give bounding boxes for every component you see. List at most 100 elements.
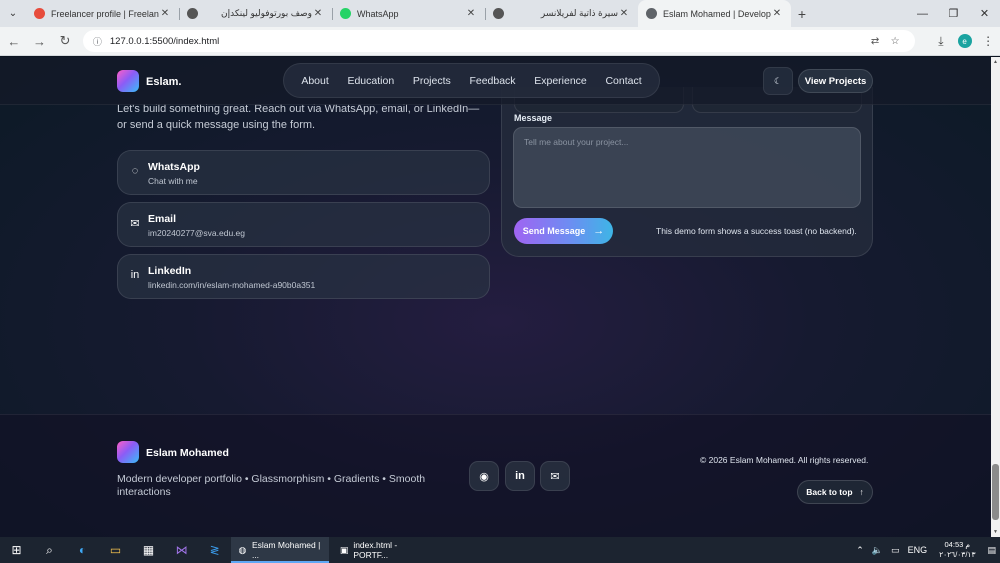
clock[interactable]: 04:53 م ٢٠٢٦/٠٣/١٣: [931, 540, 983, 560]
browser-tab[interactable]: سيرة ذاتية لفريلانسر ✕: [485, 0, 638, 27]
form-note: This demo form shows a success toast (no…: [656, 226, 857, 236]
clock-date: ٢٠٢٦/٠٣/١٣: [939, 550, 976, 559]
download-icon[interactable]: ⤓: [929, 34, 953, 49]
site-navbar: Eslam. About Education Projects Feedback Exp…: [0, 57, 991, 105]
tab-close-icon[interactable]: ✕: [618, 8, 630, 19]
nav-link-about[interactable]: About: [301, 75, 328, 87]
footer-linkedin-icon[interactable]: in: [505, 461, 535, 491]
message-textarea[interactable]: Tell me about your project...: [513, 127, 861, 208]
whatsapp-icon: ◌: [131, 165, 139, 177]
contact-form-card: Message Tell me about your project... Se…: [501, 87, 873, 257]
linkedin-icon: in: [130, 269, 140, 281]
contact-card-linkedin[interactable]: in LinkedIn linkedin.com/in/eslam-mohame…: [117, 254, 490, 299]
maximize-icon[interactable]: ❐: [938, 0, 969, 27]
new-tab-button[interactable]: +: [791, 0, 813, 27]
footer-tagline: Modern developer portfolio • Glassmorphi…: [117, 473, 426, 498]
back-to-top-label: Back to top: [806, 487, 853, 497]
profile-avatar[interactable]: e: [953, 34, 977, 48]
view-projects-button[interactable]: View Projects: [798, 69, 873, 93]
translate-icon[interactable]: ⇄: [865, 36, 885, 47]
page-viewport: Let's build something great. Reach out v…: [0, 57, 1000, 537]
contact-title: LinkedIn: [148, 265, 192, 277]
minimize-icon[interactable]: —: [907, 0, 938, 27]
nav-link-education[interactable]: Education: [347, 75, 394, 87]
taskbar-app-label: Eslam Mohamed | ...: [251, 540, 321, 560]
reload-icon[interactable]: ↻: [53, 29, 77, 53]
nav-link-projects[interactable]: Projects: [413, 75, 451, 87]
site-info-icon[interactable]: ⓘ: [93, 35, 102, 48]
send-label: Send Message: [522, 226, 586, 236]
vscode-icon: ▣: [339, 544, 349, 555]
arrow-up-icon: ↑: [859, 487, 864, 497]
taskbar-app[interactable]: ▣ index.html - PORTF...: [333, 537, 429, 563]
forward-icon[interactable]: →: [28, 29, 52, 53]
scroll-up-icon[interactable]: ▲: [993, 59, 998, 65]
nav-link-feedback[interactable]: Feedback: [469, 75, 515, 87]
contact-title: Email: [148, 213, 177, 225]
contact-title: WhatsApp: [148, 161, 200, 173]
nav-link-experience[interactable]: Experience: [534, 75, 587, 87]
browser-tab[interactable]: وصف بورتوفوليو لينكدإن ✕: [179, 0, 332, 27]
contact-card-email[interactable]: ✉ Email im20240277@sva.edu.eg: [117, 202, 490, 247]
freelancer-favicon: [34, 8, 45, 19]
chrome-icon: ◍: [238, 544, 247, 555]
tab-title: Freelancer profile | Freelance Y: [51, 8, 159, 19]
calculator-icon[interactable]: ▦: [132, 537, 165, 563]
scrollbar-thumb[interactable]: [992, 464, 999, 520]
browser-tab[interactable]: Freelancer profile | Freelance Y ✕: [26, 0, 179, 27]
nav-menu: About Education Projects Feedback Experience…: [283, 63, 660, 98]
language-indicator[interactable]: ENG: [904, 545, 932, 555]
footer-mail-icon[interactable]: ✉: [540, 461, 570, 491]
close-window-icon[interactable]: ✕: [969, 0, 1000, 27]
tab-close-icon[interactable]: ✕: [159, 8, 171, 19]
back-to-top-button[interactable]: Back to top ↑: [797, 480, 873, 504]
back-icon[interactable]: ←: [2, 29, 26, 53]
brand-logo[interactable]: [117, 70, 139, 92]
browser-tab[interactable]: Eslam Mohamed | Developer P ✕: [638, 0, 791, 27]
edge-icon[interactable]: ◐: [66, 537, 99, 563]
windows-taskbar: ⊞ ⌕ ◐ ▭ ▦ ⋈ ≷ ◍ Eslam Mohamed | ... ▣ ind…: [0, 537, 1000, 563]
address-toolbar: ← → ↻ ⓘ 127.0.0.1:5500/index.html ⇄ ☆ ⤓ …: [0, 27, 1000, 56]
windows-start-icon[interactable]: ⊞: [0, 537, 33, 563]
tab-search-icon[interactable]: ⌄: [0, 0, 26, 27]
url-text: 127.0.0.1:5500/index.html: [109, 35, 220, 47]
tab-close-icon[interactable]: ✕: [771, 8, 783, 19]
footer-github-icon[interactable]: ◉: [469, 461, 499, 491]
contact-subtitle: Chat with me: [148, 176, 198, 186]
theme-toggle-moon-icon[interactable]: ☾: [763, 67, 793, 95]
chatgpt-favicon: [493, 8, 504, 19]
contact-card-whatsapp[interactable]: ◌ WhatsApp Chat with me: [117, 150, 490, 195]
file-explorer-icon[interactable]: ▭: [99, 537, 132, 563]
tab-title: وصف بورتوفوليو لينكدإن: [221, 8, 312, 18]
chatgpt-favicon: [187, 8, 198, 19]
address-input[interactable]: ⓘ 127.0.0.1:5500/index.html ⇄ ☆: [82, 30, 916, 52]
browser-menu-icon[interactable]: ⋮: [976, 34, 1000, 48]
system-tray: ⌃ 🔈 ▭ ENG 04:53 م ٢٠٢٦/٠٣/١٣ ▤: [852, 537, 1000, 563]
tab-close-icon[interactable]: ✕: [312, 8, 324, 19]
vscode-pinned-icon[interactable]: ≷: [198, 537, 231, 563]
mail-icon: ✉: [130, 217, 140, 230]
tab-close-icon[interactable]: ✕: [465, 8, 477, 19]
bookmark-star-icon[interactable]: ☆: [885, 36, 905, 47]
nav-link-contact[interactable]: Contact: [605, 75, 641, 87]
taskbar-app[interactable]: ◍ Eslam Mohamed | ...: [231, 537, 329, 563]
volume-icon[interactable]: 🔈: [868, 545, 887, 556]
arrow-right-icon: →: [593, 225, 605, 237]
send-message-button[interactable]: Send Message →: [514, 218, 613, 244]
scroll-down-icon[interactable]: ▼: [993, 529, 998, 535]
tray-chevron-icon[interactable]: ⌃: [852, 545, 868, 556]
footer-logo: [117, 441, 139, 463]
tab-title: Eslam Mohamed | Developer P: [663, 8, 771, 19]
window-controls: — ❐ ✕: [907, 0, 1000, 27]
contact-subtitle: linkedin.com/in/eslam-mohamed-a90b0a351: [148, 280, 316, 290]
footer-name: Eslam Mohamed: [146, 447, 229, 459]
page-scrollbar[interactable]: ▲ ▼: [991, 57, 1000, 537]
browser-tab[interactable]: WhatsApp ✕: [332, 0, 485, 27]
visual-studio-icon[interactable]: ⋈: [165, 537, 198, 563]
battery-icon[interactable]: ▭: [887, 545, 904, 556]
tab-title: WhatsApp: [357, 8, 399, 19]
search-icon[interactable]: ⌕: [33, 537, 66, 563]
copyright: © 2026 Eslam Mohamed. All rights reserve…: [700, 455, 869, 465]
notification-icon[interactable]: ▤: [983, 545, 1000, 556]
brand-name[interactable]: Eslam.: [146, 76, 181, 88]
